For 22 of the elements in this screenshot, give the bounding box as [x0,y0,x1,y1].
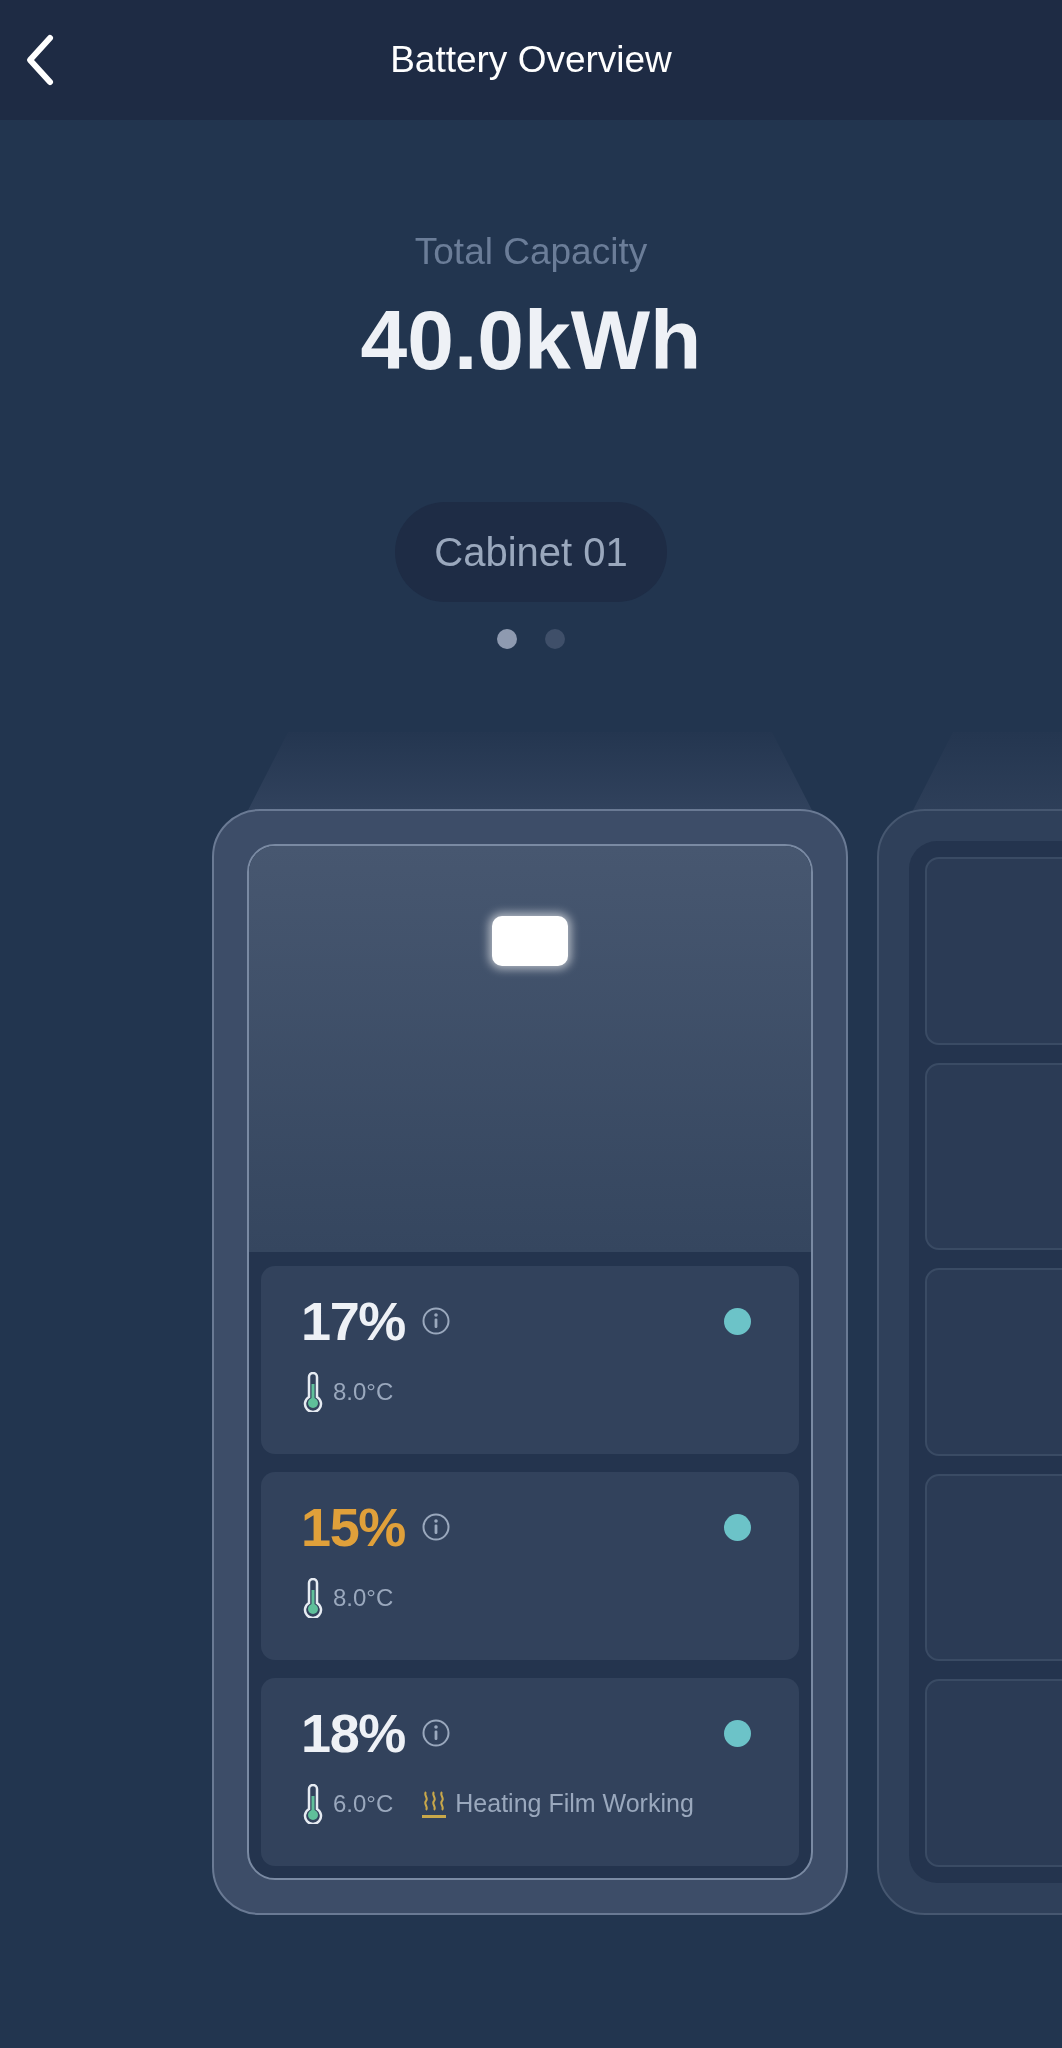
charge-percentage: 15% [301,1500,406,1554]
battery-module-card[interactable]: 18% 6.0°C Heating Film Working [261,1678,799,1866]
info-icon[interactable] [421,1306,452,1336]
info-icon[interactable] [421,1718,452,1748]
temperature-reading: 8.0°C [333,1583,394,1613]
thermometer-icon [301,1578,325,1618]
battery-module-card[interactable]: 15% 8.0°C [261,1472,799,1660]
heating-status: Heating Film Working [455,1788,694,1820]
total-capacity-value: 40.0kWh [360,298,702,382]
info-icon[interactable] [421,1512,452,1542]
heating-icon [421,1789,448,1819]
total-capacity-label: Total Capacity [414,233,648,270]
charge-percentage: 17% [301,1294,406,1348]
temperature-reading: 6.0°C [333,1789,394,1819]
thermometer-icon [301,1372,325,1412]
battery-cabinet[interactable]: 17% 8.0°C 15% 8.0°C 18% 6.0°C Heating Film Working [212,809,848,1915]
cabinet-selector[interactable]: Cabinet 01 [395,502,667,602]
page-title: Battery Overview [390,38,672,83]
charge-percentage: 18% [301,1706,406,1760]
battery-module-card[interactable]: 17% 8.0°C [261,1266,799,1454]
temperature-reading: 8.0°C [333,1377,394,1407]
thermometer-icon [301,1784,325,1824]
